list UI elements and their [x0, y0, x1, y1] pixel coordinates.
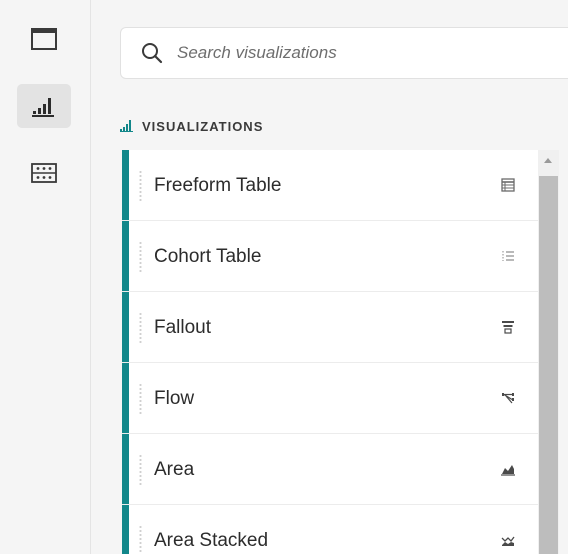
left-rail [0, 0, 91, 554]
drag-handle[interactable] [139, 241, 142, 273]
list-item-cohort-table[interactable]: Cohort Table [122, 221, 538, 292]
list-scrollbar[interactable] [538, 150, 559, 554]
accent-bar [122, 363, 129, 433]
freeform-table-icon [501, 178, 515, 192]
scroll-up-arrow[interactable] [544, 158, 552, 163]
components-rail-button[interactable] [17, 151, 71, 195]
components-icon [31, 163, 57, 183]
list-item-label: Cohort Table [154, 246, 262, 267]
list-item-label: Freeform Table [154, 175, 282, 196]
list-item-flow[interactable]: Flow [122, 363, 538, 434]
accent-bar [122, 292, 129, 362]
accent-bar [122, 221, 129, 291]
cohort-table-icon [502, 251, 514, 261]
visualizations-panel: VISUALIZATIONS Freeform Table Cohort Tab… [91, 0, 568, 554]
search-input[interactable] [177, 28, 557, 78]
list-item-label: Area Stacked [154, 530, 269, 551]
list-item-area-stacked[interactable]: Area Stacked [122, 505, 538, 554]
flow-icon [502, 393, 514, 404]
drag-handle[interactable] [139, 312, 142, 344]
list-item-label: Area [154, 459, 195, 480]
visualization-list: Freeform Table Cohort Table Fallout Flow… [122, 150, 538, 554]
accent-bar [122, 505, 129, 554]
fallout-icon [502, 321, 514, 334]
section-title: VISUALIZATIONS [142, 118, 264, 134]
bar-chart-icon [120, 120, 133, 132]
scroll-thumb[interactable] [539, 176, 558, 554]
visualizations-icon [32, 98, 54, 117]
area-stacked-icon [501, 536, 515, 546]
search-icon [142, 43, 163, 64]
list-item-area[interactable]: Area [122, 434, 538, 505]
area-icon [501, 465, 515, 476]
drag-handle[interactable] [139, 170, 142, 202]
visualizations-rail-button[interactable] [17, 84, 71, 128]
panels-icon [31, 28, 57, 50]
section-header: VISUALIZATIONS [120, 116, 263, 136]
accent-bar [122, 150, 129, 220]
drag-handle[interactable] [139, 454, 142, 486]
search-box[interactable] [120, 27, 568, 79]
accent-bar [122, 434, 129, 504]
list-item-label: Fallout [154, 317, 212, 338]
panels-rail-button[interactable] [17, 17, 71, 61]
list-item-fallout[interactable]: Fallout [122, 292, 538, 363]
drag-handle[interactable] [139, 525, 142, 554]
list-item-freeform-table[interactable]: Freeform Table [122, 150, 538, 221]
list-item-label: Flow [154, 388, 195, 409]
drag-handle[interactable] [139, 383, 142, 415]
